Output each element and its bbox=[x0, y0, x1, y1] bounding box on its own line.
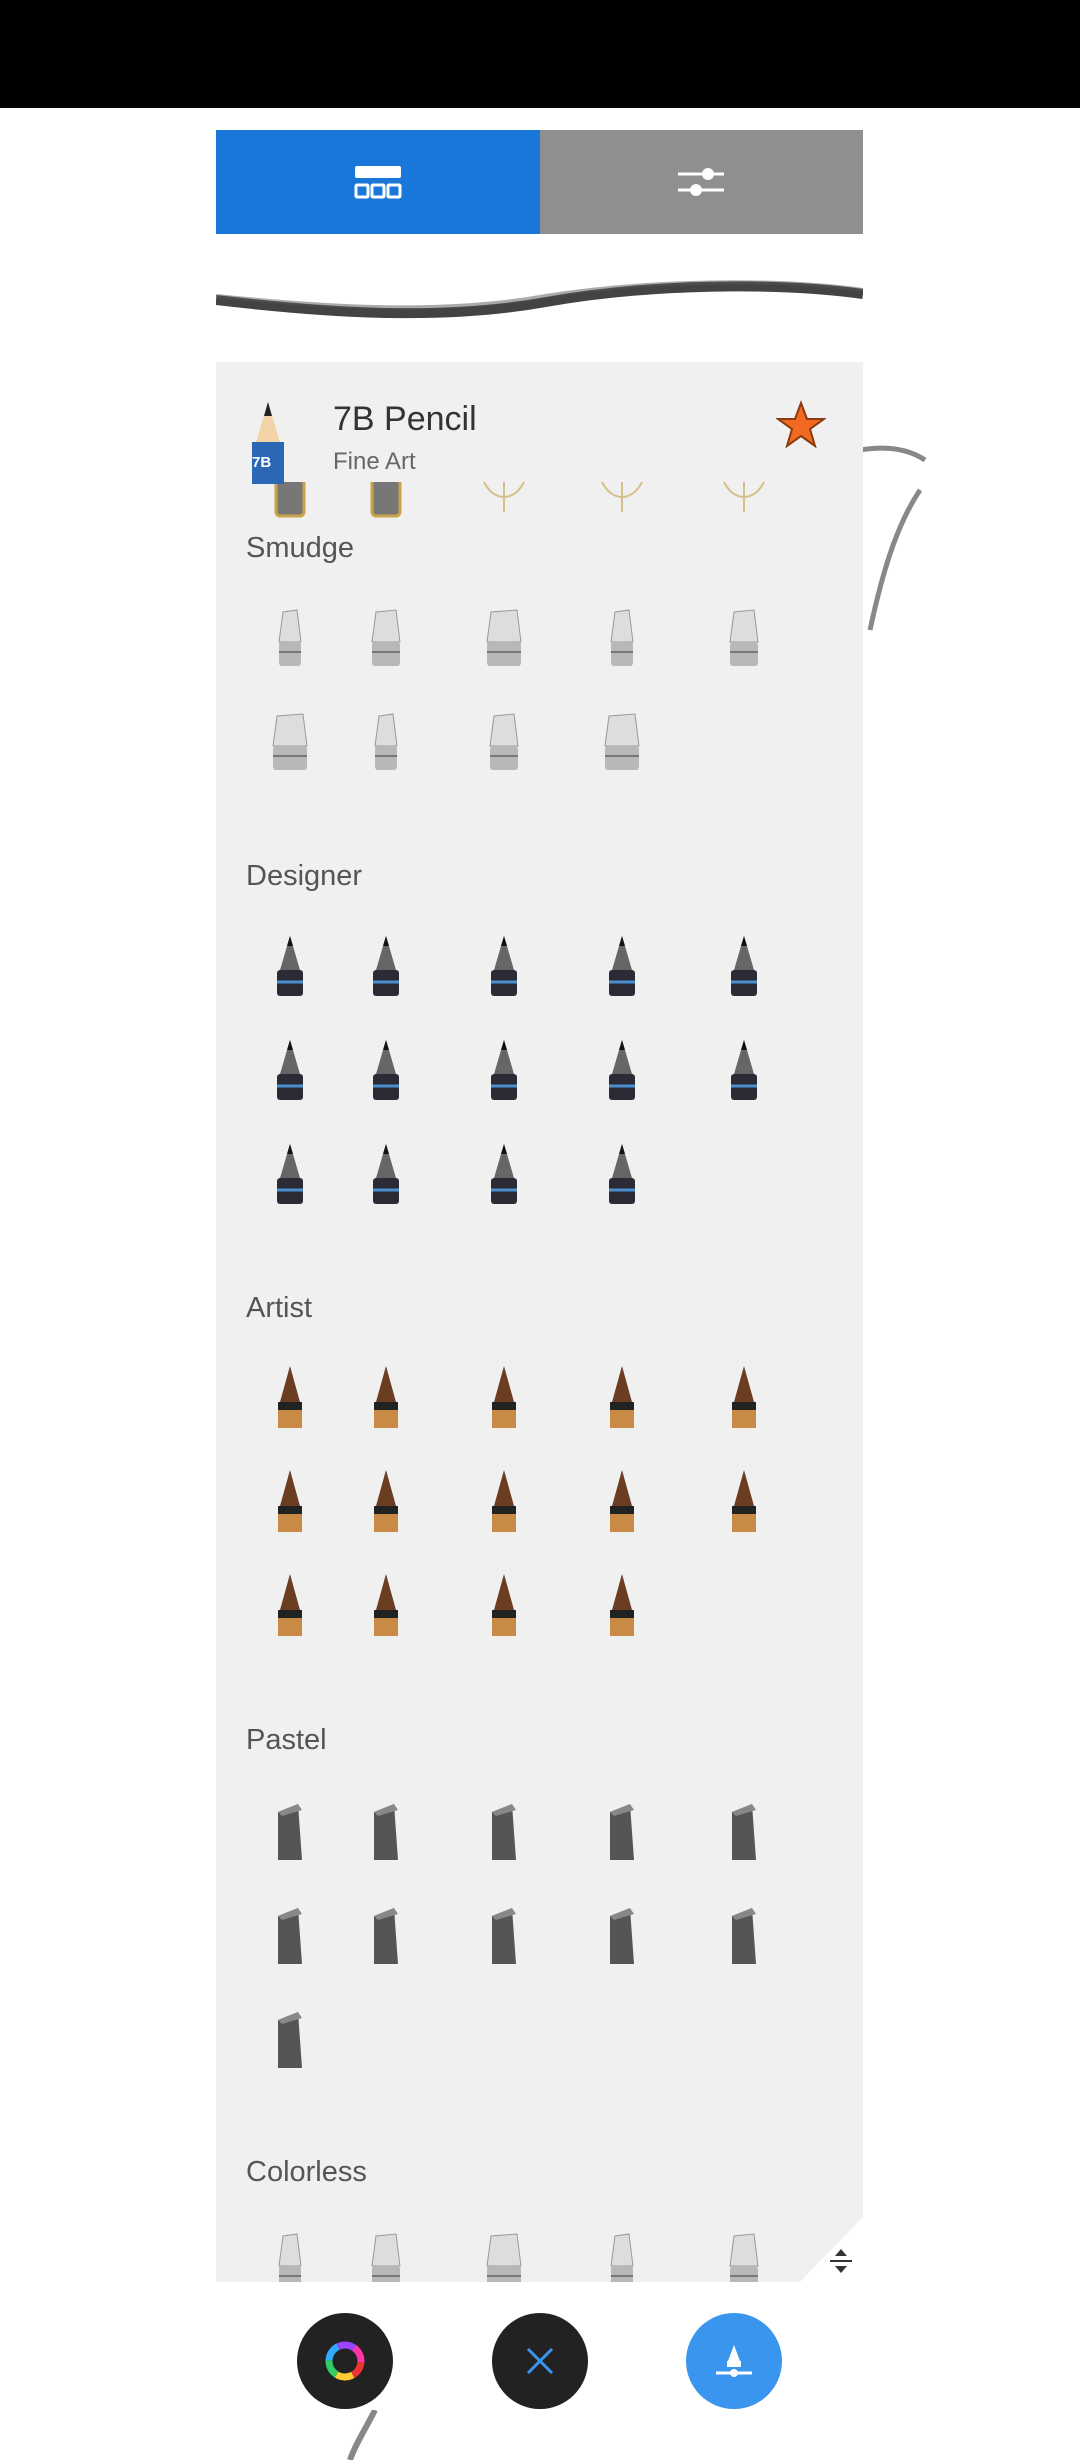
smudge-brush-tool[interactable] bbox=[474, 602, 534, 672]
favorite-star-icon[interactable] bbox=[776, 400, 826, 450]
artist-brush-tool[interactable] bbox=[474, 1466, 534, 1536]
artist-brush-tool[interactable] bbox=[356, 1362, 416, 1432]
colorless-brush-tool[interactable] bbox=[356, 2226, 416, 2282]
designer-brush-tool[interactable] bbox=[260, 1138, 320, 1208]
smudge-brush-tool[interactable] bbox=[356, 706, 416, 776]
designer-brush-tool[interactable] bbox=[714, 930, 774, 1000]
pastel-brush-tool[interactable] bbox=[260, 1794, 320, 1864]
section-label-pastel: Pastel bbox=[246, 1724, 327, 1756]
designer-brush-tool[interactable] bbox=[260, 1034, 320, 1104]
artist-brush-tool[interactable] bbox=[474, 1570, 534, 1640]
brush-badge: 7B bbox=[252, 454, 272, 471]
sliders-icon bbox=[678, 168, 725, 196]
pastel-brush-tool[interactable] bbox=[714, 1898, 774, 1968]
designer-brush-tool[interactable] bbox=[260, 930, 320, 1000]
pastel-brush-tool[interactable] bbox=[474, 1794, 534, 1864]
designer-brush-tool[interactable] bbox=[592, 930, 652, 1000]
artist-brush-tool[interactable] bbox=[592, 1570, 652, 1640]
designer-brush-tool[interactable] bbox=[356, 1034, 416, 1104]
section-label-artist: Artist bbox=[246, 1292, 313, 1324]
designer-brush-tool[interactable] bbox=[714, 1034, 774, 1104]
artist-brush-tool[interactable] bbox=[592, 1466, 652, 1536]
tab-brush-properties[interactable] bbox=[539, 130, 863, 234]
pastel-brush-tool[interactable] bbox=[356, 1898, 416, 1968]
pastel-brush-tool[interactable] bbox=[592, 1898, 652, 1968]
section-label-colorless: Colorless bbox=[246, 2156, 367, 2188]
artist-brush-tool[interactable] bbox=[260, 1570, 320, 1640]
grid-icon bbox=[354, 166, 402, 199]
section-label-smudge: Smudge bbox=[246, 532, 355, 564]
designer-brush-tool[interactable] bbox=[356, 930, 416, 1000]
brush-name: 7B Pencil bbox=[333, 400, 477, 438]
pencil-7b-icon bbox=[252, 402, 284, 484]
artist-brush-tool[interactable] bbox=[260, 1466, 320, 1536]
close-button[interactable] bbox=[492, 2313, 588, 2409]
designer-brush-tool[interactable] bbox=[356, 1138, 416, 1208]
designer-brush-tool[interactable] bbox=[474, 930, 534, 1000]
colorless-brush-tool[interactable] bbox=[474, 2226, 534, 2282]
color-wheel-icon bbox=[325, 2341, 365, 2381]
smudge-brush-tool[interactable] bbox=[356, 602, 416, 672]
section-label-designer: Designer bbox=[246, 860, 363, 892]
brush-icon bbox=[716, 2345, 752, 2377]
artist-brush-tool[interactable] bbox=[592, 1362, 652, 1432]
artist-brush-tool[interactable] bbox=[714, 1466, 774, 1536]
colorless-brush-tool[interactable] bbox=[592, 2226, 652, 2282]
smudge-brush-tool[interactable] bbox=[260, 706, 320, 776]
smudge-brush-tool[interactable] bbox=[592, 706, 652, 776]
color-wheel-button[interactable] bbox=[297, 2313, 393, 2409]
smudge-brush-tool[interactable] bbox=[260, 602, 320, 672]
canvas-stroke-bottom bbox=[347, 2410, 378, 2460]
colorless-brush-tool[interactable] bbox=[714, 2226, 774, 2282]
current-brush-header[interactable]: 7B 7B Pencil Fine Art bbox=[216, 362, 863, 484]
tab-brush-library[interactable] bbox=[216, 130, 540, 234]
pastel-brush-tool[interactable] bbox=[714, 1794, 774, 1864]
resize-handle-icon[interactable] bbox=[826, 2246, 856, 2276]
artist-brush-tool[interactable] bbox=[356, 1570, 416, 1640]
designer-brush-tool[interactable] bbox=[592, 1138, 652, 1208]
designer-brush-tool[interactable] bbox=[474, 1138, 534, 1208]
designer-brush-tool[interactable] bbox=[592, 1034, 652, 1104]
pastel-brush-tool[interactable] bbox=[260, 2002, 320, 2072]
status-bar bbox=[0, 0, 1080, 108]
brush-library-panel[interactable]: 7B 7B Pencil Fine Art Smudge Designer Ar… bbox=[216, 362, 863, 2282]
brush-category: Fine Art bbox=[333, 448, 416, 475]
pastel-brush-tool[interactable] bbox=[356, 1794, 416, 1864]
pastel-brush-tool[interactable] bbox=[260, 1898, 320, 1968]
smudge-brush-tool[interactable] bbox=[592, 602, 652, 672]
brush-stroke-preview bbox=[216, 280, 863, 319]
pastel-brush-tool[interactable] bbox=[474, 1898, 534, 1968]
close-icon bbox=[526, 2347, 554, 2375]
panel-tab-bar bbox=[216, 130, 863, 234]
colorless-brush-tool[interactable] bbox=[260, 2226, 320, 2282]
artist-brush-tool[interactable] bbox=[474, 1362, 534, 1432]
designer-brush-tool[interactable] bbox=[474, 1034, 534, 1104]
smudge-brush-tool[interactable] bbox=[474, 706, 534, 776]
artist-brush-tool[interactable] bbox=[356, 1466, 416, 1536]
artist-brush-tool[interactable] bbox=[714, 1362, 774, 1432]
pastel-brush-tool[interactable] bbox=[592, 1794, 652, 1864]
smudge-brush-tool[interactable] bbox=[714, 602, 774, 672]
brush-button[interactable] bbox=[686, 2313, 782, 2409]
artist-brush-tool[interactable] bbox=[260, 1362, 320, 1432]
